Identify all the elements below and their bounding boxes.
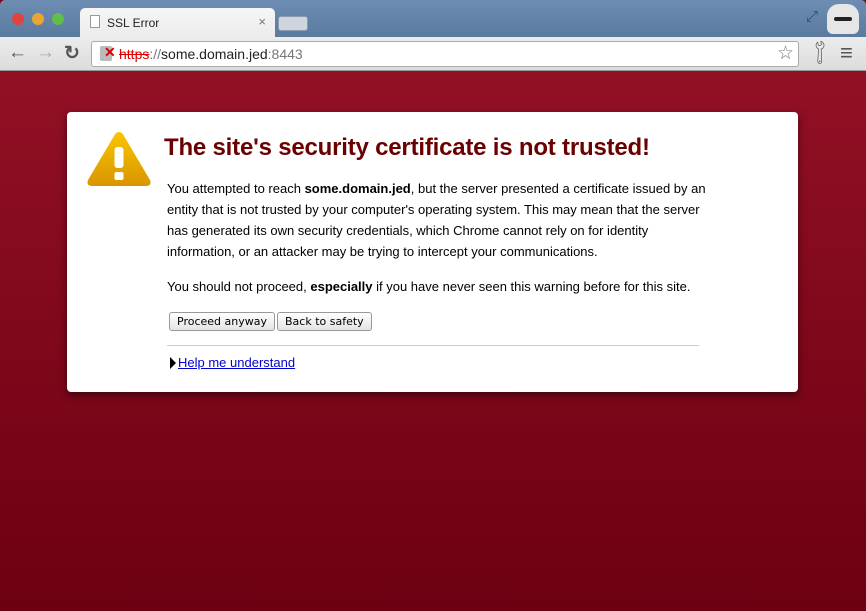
new-tab-button[interactable] xyxy=(278,16,308,31)
back-to-safety-button[interactable]: Back to safety xyxy=(277,312,372,331)
error-x-icon: ✕ xyxy=(104,44,116,60)
page-content: The site's security certificate is not t… xyxy=(0,71,866,611)
tab-ssl-error[interactable]: SSL Error × xyxy=(80,8,275,37)
warning-icon xyxy=(87,132,151,186)
menu-icon[interactable]: ≡ xyxy=(840,40,853,66)
bookmark-star-icon[interactable]: ☆ xyxy=(777,42,794,65)
url-text: https://some.domain.jed:8443 xyxy=(119,46,303,62)
close-window-button[interactable] xyxy=(12,13,24,25)
text: You should not proceed, xyxy=(167,279,311,294)
error-card: The site's security certificate is not t… xyxy=(67,112,798,392)
page-title: The site's security certificate is not t… xyxy=(164,134,650,161)
incognito-icon xyxy=(827,4,859,34)
url-separator: :// xyxy=(149,46,162,62)
url-scheme: https xyxy=(119,46,150,62)
back-button[interactable]: ← xyxy=(8,42,27,64)
title-bar: SSL Error × ⤢ xyxy=(0,0,866,37)
domain-name: some.domain.jed xyxy=(304,181,411,196)
text: if you have never seen this warning befo… xyxy=(372,279,691,294)
text: You attempted to reach xyxy=(167,181,305,196)
toolbar: ← → ↻ ✕ https://some.domain.jed:8443 ☆ 🔧… xyxy=(0,37,866,71)
divider xyxy=(167,345,699,346)
emphasis: especially xyxy=(310,279,373,294)
explanation-paragraph: You attempted to reach some.domain.jed, … xyxy=(167,178,707,262)
maximize-window-button[interactable] xyxy=(52,13,64,25)
reload-button[interactable]: ↻ xyxy=(64,42,80,65)
wrench-icon[interactable]: 🔧︎ xyxy=(804,37,835,68)
address-bar[interactable]: ✕ https://some.domain.jed:8443 ☆ xyxy=(91,41,799,67)
forward-button[interactable]: → xyxy=(36,42,55,64)
url-port: :8443 xyxy=(267,46,303,62)
fullscreen-icon[interactable]: ⤢ xyxy=(806,8,818,25)
url-host: some.domain.jed xyxy=(161,46,268,62)
tab-title: SSL Error xyxy=(107,16,160,30)
advice-paragraph: You should not proceed, especially if yo… xyxy=(167,276,707,297)
disclosure-triangle-icon[interactable] xyxy=(170,357,176,369)
minimize-window-button[interactable] xyxy=(32,13,44,25)
help-section: Help me understand xyxy=(170,355,295,370)
page-icon xyxy=(90,15,100,28)
tab-close-icon[interactable]: × xyxy=(258,14,266,29)
proceed-anyway-button[interactable]: Proceed anyway xyxy=(169,312,275,331)
help-me-understand-link[interactable]: Help me understand xyxy=(178,355,295,370)
